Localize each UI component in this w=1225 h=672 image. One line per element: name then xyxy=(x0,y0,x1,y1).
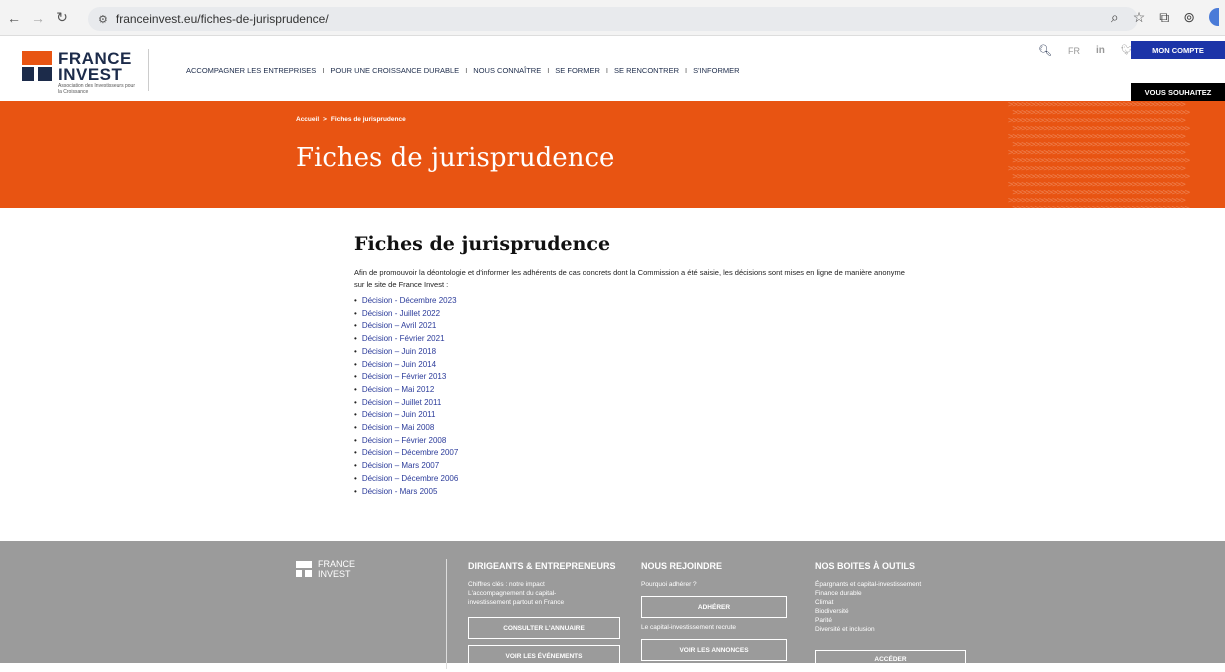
nav-item-se-rencontrer[interactable]: SE RENCONTRER xyxy=(614,66,679,75)
decision-link[interactable]: Décision – Décembre 2006 xyxy=(354,473,934,486)
decision-link[interactable]: Décision – Mai 2008 xyxy=(354,422,934,435)
breadcrumb-home[interactable]: Accueil xyxy=(296,116,319,123)
browser-toolbar: ← → ↻ ⚙ franceinvest.eu/fiches-de-jurisp… xyxy=(0,0,1225,36)
logo-text-invest: INVEST xyxy=(58,65,123,84)
breadcrumb: Accueil > Fiches de jurisprudence xyxy=(296,116,406,123)
decision-link[interactable]: Décision – Février 2008 xyxy=(354,435,934,448)
footer-col-rejoindre: NOUS REJOINDRE Pourquoi adhérer ? xyxy=(641,561,722,589)
footer-link[interactable]: investissement partout en France xyxy=(468,598,616,607)
consult-directory-button[interactable]: CONSULTER L'ANNUAIRE xyxy=(468,617,620,639)
site-info-icon[interactable]: ⚙ xyxy=(98,13,108,26)
decision-link[interactable]: Décision – Avril 2021 xyxy=(354,320,934,333)
footer-link[interactable]: Biodiversité xyxy=(815,607,921,616)
nav-separator: I xyxy=(547,66,550,75)
decision-link[interactable]: Décision - Mars 2005 xyxy=(354,486,934,499)
extensions-icon[interactable]: ⧉ xyxy=(1159,9,1169,26)
footer-col-boites: NOS BOITES À OUTILS Épargnants et capita… xyxy=(815,561,921,634)
decision-link[interactable]: Décision – Juin 2011 xyxy=(354,409,934,422)
main-nav: ACCOMPAGNER LES ENTREPRISES I POUR UNE C… xyxy=(186,66,740,75)
decision-link[interactable]: Décision – Mai 2012 xyxy=(354,384,934,397)
linkedin-icon[interactable]: in xyxy=(1096,45,1105,56)
decision-link[interactable]: Décision – Juin 2014 xyxy=(354,359,934,372)
site-header: FRANCE INVEST Association des Investisse… xyxy=(0,37,1225,101)
main-content: Fiches de jurisprudence Afin de promouvo… xyxy=(354,233,934,498)
content-heading: Fiches de jurisprudence xyxy=(354,233,611,255)
logo-mark-icon xyxy=(22,51,52,81)
footer-logo-mark-icon xyxy=(296,561,312,577)
profile-avatar[interactable] xyxy=(1209,8,1219,26)
decision-link[interactable]: Décision - Février 2021 xyxy=(354,333,934,346)
footer-link[interactable]: Pourquoi adhérer ? xyxy=(641,580,722,589)
footer-link[interactable]: Climat xyxy=(815,598,921,607)
logo-subtitle: Association des Investisseurs pour la Cr… xyxy=(58,83,135,95)
nav-separator: I xyxy=(685,66,688,75)
footer-link[interactable]: Le capital-investissement recrute xyxy=(641,624,736,631)
footer-logo-text-france: FRANCE xyxy=(318,559,356,569)
decision-link[interactable]: Décision – Juillet 2011 xyxy=(354,397,934,410)
footer-link[interactable]: L'accompagnement du capital- xyxy=(468,589,616,598)
nav-separator: I xyxy=(322,66,325,75)
footer-link[interactable]: Chiffres clés : notre impact xyxy=(468,580,616,589)
account-button[interactable]: MON COMPTE xyxy=(1131,41,1225,59)
decision-link[interactable]: Décision – Mars 2007 xyxy=(354,460,934,473)
footer-link[interactable]: Épargnants et capital-investissement xyxy=(815,580,921,589)
breadcrumb-separator: > xyxy=(323,116,327,123)
footer-col-title: NOS BOITES À OUTILS xyxy=(815,561,916,571)
url-text: franceinvest.eu/fiches-de-jurisprudence/ xyxy=(115,12,329,26)
france-invest-logo[interactable]: FRANCE INVEST Association des Investisse… xyxy=(22,47,152,97)
nav-item-se-former[interactable]: SE FORMER xyxy=(555,66,600,75)
site-footer: FRANCE INVEST DIRIGEANTS & ENTREPRENEURS… xyxy=(0,541,1225,672)
wish-button[interactable]: VOUS SOUHAITEZ xyxy=(1131,83,1225,101)
nav-item-nous-connaitre[interactable]: NOUS CONNAÎTRE xyxy=(473,66,541,75)
nav-item-croissance-durable[interactable]: POUR UNE CROISSANCE DURABLE xyxy=(330,66,459,75)
nav-item-s-informer[interactable]: S'INFORMER xyxy=(693,66,739,75)
language-switch[interactable]: FR xyxy=(1068,46,1080,56)
footer-link[interactable]: Finance durable xyxy=(815,589,921,598)
footer-divider xyxy=(446,559,447,669)
address-bar[interactable]: ⚙ franceinvest.eu/fiches-de-jurisprudenc… xyxy=(88,7,1138,31)
logo-divider xyxy=(148,49,149,91)
tab-search-icon[interactable]: ⊚ xyxy=(1183,9,1195,26)
footer-col-dirigeants: DIRIGEANTS & ENTREPRENEURS Chiffres clés… xyxy=(468,561,616,607)
back-icon[interactable]: ← xyxy=(4,8,24,28)
forward-icon[interactable]: → xyxy=(28,8,48,28)
reload-icon[interactable]: ↻ xyxy=(52,8,72,28)
footer-col-title: DIRIGEANTS & ENTREPRENEURS xyxy=(468,561,616,571)
hero-banner: >>>>>>>>>>>>>>>>>>>>>>>>>>>>>>>>>>>>>>>>… xyxy=(0,101,1225,208)
decision-link[interactable]: Décision – Décembre 2007 xyxy=(354,447,934,460)
page-title: Fiches de jurisprudence xyxy=(296,143,615,173)
adherer-button[interactable]: ADHÉRER xyxy=(641,596,787,618)
nav-separator: I xyxy=(465,66,468,75)
breadcrumb-current: Fiches de jurisprudence xyxy=(330,116,406,123)
footer-col-title: NOUS REJOINDRE xyxy=(641,561,723,571)
view-events-button[interactable]: VOIR LES ÉVÉNEMENTS xyxy=(468,645,620,667)
view-ads-button[interactable]: VOIR LES ANNONCES xyxy=(641,639,787,661)
nav-separator: I xyxy=(605,66,608,75)
nav-item-accompagner[interactable]: ACCOMPAGNER LES ENTREPRISES xyxy=(186,66,316,75)
footer-link[interactable]: Parité xyxy=(815,616,921,625)
chevron-pattern-icon: >>>>>>>>>>>>>>>>>>>>>>>>>>>>>>>>>>>>>>>>… xyxy=(1008,101,1190,208)
intro-text: Afin de promouvoir la déontologie et d'i… xyxy=(354,268,905,289)
decision-link[interactable]: Décision - Décembre 2023 xyxy=(354,295,934,308)
decision-link[interactable]: Décision – Février 2013 xyxy=(354,371,934,384)
footer-logo-text-invest: INVEST xyxy=(318,569,351,579)
decision-link[interactable]: Décision - Juillet 2022 xyxy=(354,308,934,321)
decision-list: Décision - Décembre 2023Décision - Juill… xyxy=(354,295,934,498)
search-icon[interactable]: 🔍︎ xyxy=(1038,44,1052,57)
star-icon[interactable]: ☆ xyxy=(1133,9,1146,26)
zoom-icon[interactable]: ⌕ xyxy=(1111,9,1119,26)
decision-link[interactable]: Décision – Juin 2018 xyxy=(354,346,934,359)
access-button[interactable]: ACCÉDER xyxy=(815,650,966,672)
footer-link[interactable]: Diversité et inclusion xyxy=(815,625,921,634)
